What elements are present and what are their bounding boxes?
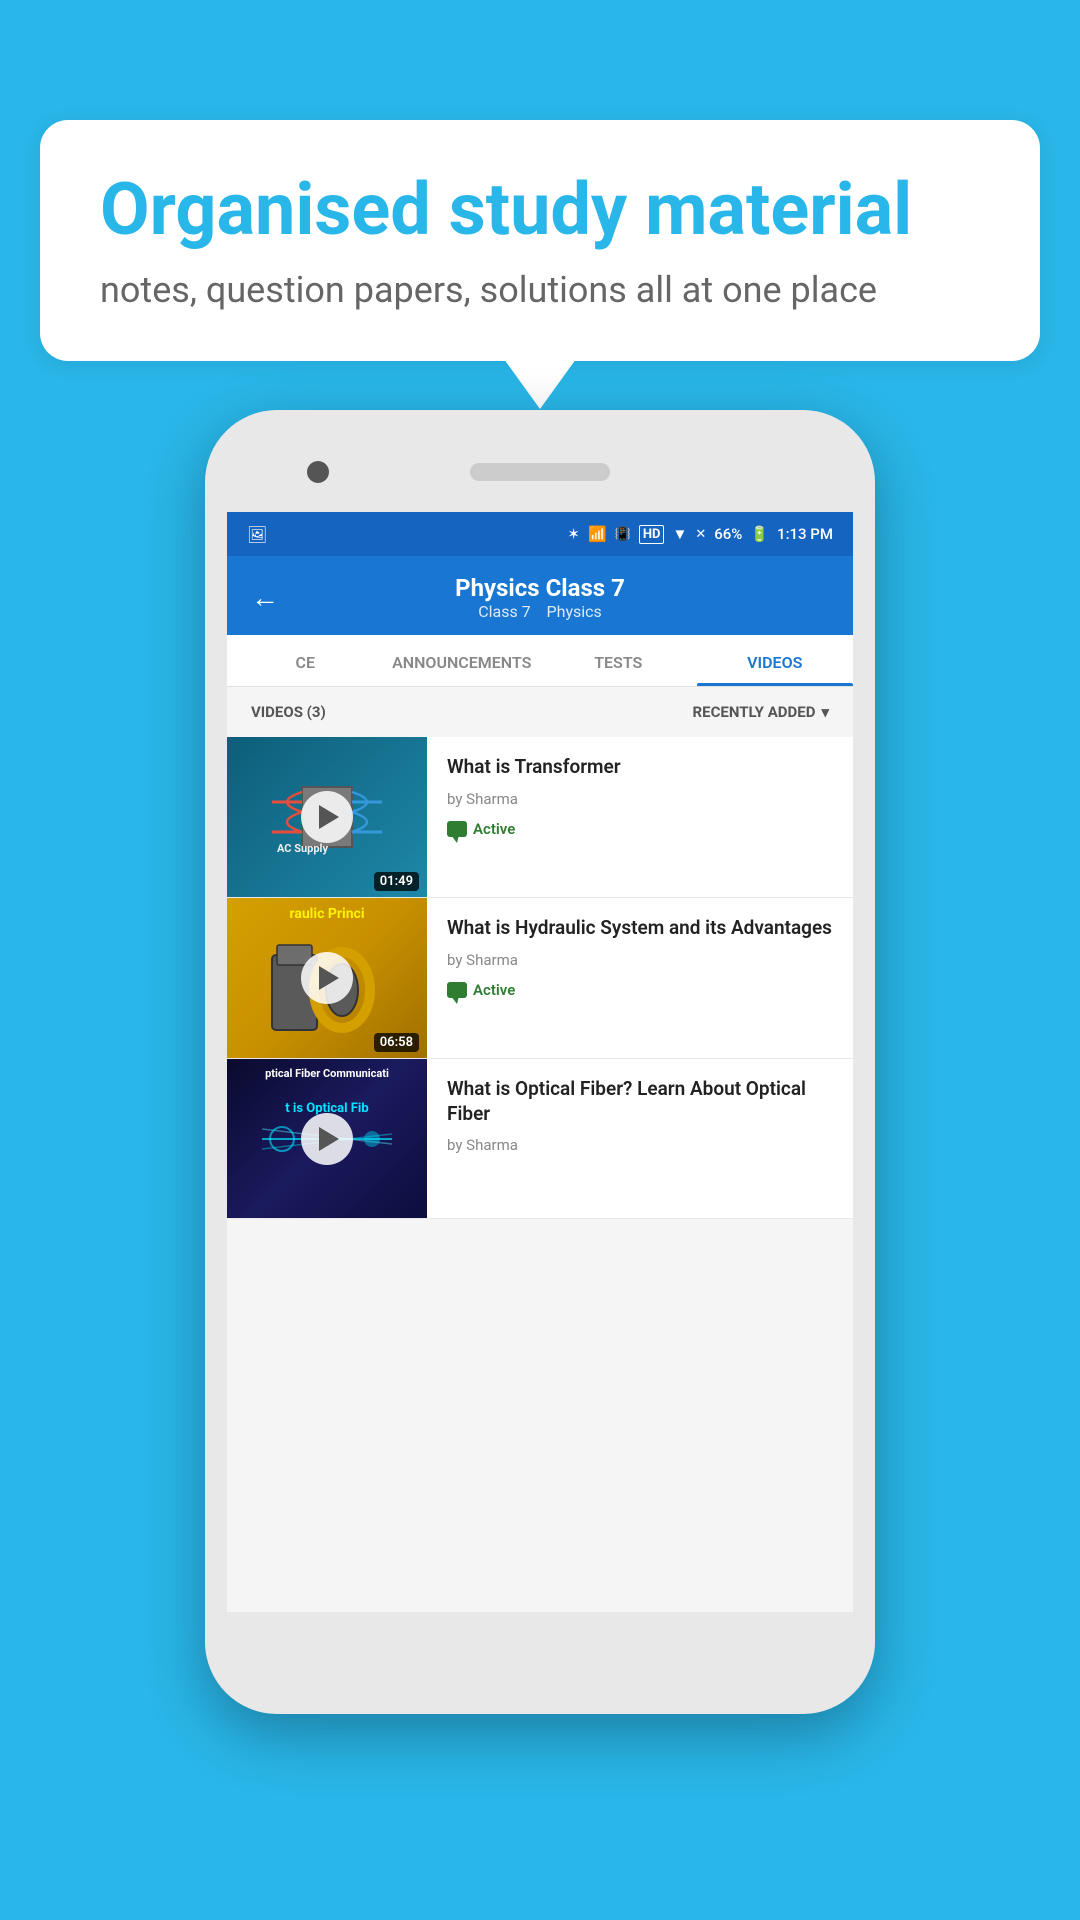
status-bar: 🖼 ✶ 📶 📳 HD ▼ ✕ 66% 🔋 1:13 PM: [227, 512, 853, 556]
chat-icon-1: [447, 821, 467, 837]
hd-badge: HD: [639, 525, 665, 544]
network-icon: ✕: [695, 527, 706, 542]
video-thumb-2: raulic Princi: [227, 898, 427, 1058]
app-bar-class: Class 7: [478, 602, 530, 621]
video-thumb-1: AC Supply 01:49: [227, 737, 427, 897]
active-label-1: Active: [473, 820, 515, 838]
front-camera: [307, 461, 329, 483]
video-info-2: What is Hydraulic System and its Advanta…: [427, 898, 853, 1016]
chevron-down-icon: ▾: [821, 703, 829, 721]
vibrate-icon: 📳: [615, 527, 631, 542]
play-button-2[interactable]: [301, 952, 353, 1004]
bluetooth-icon: ✶: [567, 525, 580, 543]
tab-announcements[interactable]: ANNOUNCEMENTS: [384, 635, 541, 686]
app-bar: ← Physics Class 7 Class 7 Physics: [227, 556, 853, 635]
tabs-bar: CE ANNOUNCEMENTS TESTS VIDEOS: [227, 635, 853, 687]
time-text: 1:13 PM: [777, 525, 833, 543]
svg-text:AC Supply: AC Supply: [277, 842, 328, 855]
play-triangle-3: [319, 1127, 339, 1151]
signal-icon: 📶: [588, 525, 607, 543]
video-author-3: by Sharma: [447, 1136, 833, 1154]
videos-count: VIDEOS (3): [251, 703, 326, 721]
video-author-2: by Sharma: [447, 951, 833, 969]
sort-label: RECENTLY ADDED: [693, 703, 816, 721]
video-duration-2: 06:58: [374, 1033, 419, 1052]
play-button-1[interactable]: [301, 791, 353, 843]
video-item-1[interactable]: AC Supply 01:49 What is Transformer by S…: [227, 737, 853, 898]
active-badge-2: Active: [447, 981, 515, 999]
back-button[interactable]: ←: [251, 581, 279, 614]
phone-outer-shell: 🖼 ✶ 📶 📳 HD ▼ ✕ 66% 🔋 1:13 PM ←: [205, 410, 875, 1714]
phone-device: 🖼 ✶ 📶 📳 HD ▼ ✕ 66% 🔋 1:13 PM ←: [205, 410, 875, 1714]
video-info-1: What is Transformer by Sharma Active: [427, 737, 853, 855]
video-title-3: What is Optical Fiber? Learn About Optic…: [447, 1077, 833, 1126]
thumb-hydraulic-text: raulic Princi: [227, 906, 427, 923]
chat-icon-2: [447, 982, 467, 998]
video-list: AC Supply 01:49 What is Transformer by S…: [227, 737, 853, 1219]
play-button-3[interactable]: [301, 1113, 353, 1165]
bubble-subtitle: notes, question papers, solutions all at…: [100, 269, 980, 311]
phone-speaker: [470, 463, 610, 481]
tab-videos[interactable]: VIDEOS: [697, 635, 854, 686]
active-badge-1: Active: [447, 820, 515, 838]
speech-bubble: Organised study material notes, question…: [40, 120, 1040, 361]
active-label-2: Active: [473, 981, 515, 999]
app-bar-subject: Physics: [547, 602, 602, 621]
videos-header: VIDEOS (3) RECENTLY ADDED ▾: [227, 687, 853, 737]
video-thumb-3: ptical Fiber Communicati t is Optical Fi…: [227, 1059, 427, 1219]
phone-screen: 🖼 ✶ 📶 📳 HD ▼ ✕ 66% 🔋 1:13 PM ←: [227, 512, 853, 1612]
sort-button[interactable]: RECENTLY ADDED ▾: [693, 703, 829, 721]
battery-text: 66%: [714, 525, 742, 543]
photo-icon: 🖼: [247, 525, 267, 544]
video-item-2[interactable]: raulic Princi: [227, 898, 853, 1059]
video-item-3[interactable]: ptical Fiber Communicati t is Optical Fi…: [227, 1059, 853, 1219]
status-bar-right: ✶ 📶 📳 HD ▼ ✕ 66% 🔋 1:13 PM: [567, 525, 833, 544]
video-info-3: What is Optical Fiber? Learn About Optic…: [427, 1059, 853, 1180]
phone-top-hardware: [227, 432, 853, 512]
app-bar-title: Physics Class 7: [299, 574, 781, 602]
play-triangle-2: [319, 966, 339, 990]
play-triangle-1: [319, 805, 339, 829]
tab-ce[interactable]: CE: [227, 635, 384, 686]
wifi-icon: ▼: [672, 525, 687, 543]
status-bar-left: 🖼: [247, 525, 267, 544]
video-title-1: What is Transformer: [447, 755, 833, 780]
phone-bottom-hardware: [227, 1612, 853, 1692]
app-bar-subtitle: Class 7 Physics: [299, 602, 781, 621]
video-duration-1: 01:49: [374, 872, 419, 891]
bubble-title: Organised study material: [100, 170, 980, 249]
tab-tests[interactable]: TESTS: [540, 635, 697, 686]
video-title-2: What is Hydraulic System and its Advanta…: [447, 916, 833, 941]
app-bar-text: Physics Class 7 Class 7 Physics: [299, 574, 781, 621]
battery-icon: 🔋: [750, 525, 769, 543]
video-author-1: by Sharma: [447, 790, 833, 808]
thumb-optical-text: ptical Fiber Communicati t is Optical Fi…: [227, 1067, 427, 1118]
